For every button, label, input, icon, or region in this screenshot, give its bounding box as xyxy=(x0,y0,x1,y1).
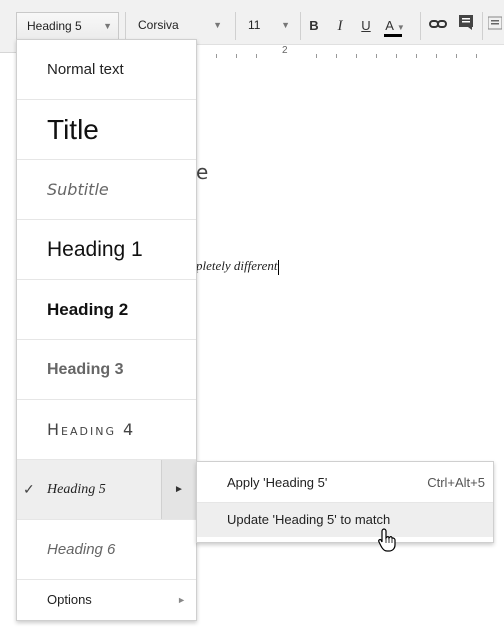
bold-button[interactable]: B xyxy=(302,12,326,40)
menu-item-title[interactable]: Title xyxy=(17,100,196,160)
menu-item-label: Normal text xyxy=(47,61,124,78)
font-size-dropdown[interactable]: 11 ▼ xyxy=(238,12,296,40)
menu-item-heading-2[interactable]: Heading 2 xyxy=(17,280,196,340)
chevron-down-icon: ▼ xyxy=(396,23,405,32)
toolbar-divider xyxy=(125,12,126,40)
italic-button[interactable]: I xyxy=(328,12,352,40)
hand-pointer-icon xyxy=(378,528,396,552)
text-color-label: A xyxy=(385,18,394,33)
menu-item-subtitle[interactable]: Subtitle xyxy=(17,160,196,220)
menu-item-label: Heading 5 xyxy=(47,482,106,497)
checkmark-icon: ✓ xyxy=(23,481,35,497)
comment-button[interactable] xyxy=(454,12,478,40)
apply-heading-5-shortcut: Ctrl+Alt+5 xyxy=(427,475,485,490)
document-page[interactable]: e pletely different xyxy=(196,58,504,643)
text-caret xyxy=(278,259,280,275)
link-button[interactable] xyxy=(426,12,450,40)
menu-item-label: Heading 1 xyxy=(47,238,143,261)
menu-item-label: Heading 2 xyxy=(47,300,129,319)
menu-item-label: Heading 3 xyxy=(47,361,124,378)
toolbar-divider xyxy=(300,12,301,40)
toolbar-divider xyxy=(235,12,236,40)
menu-item-options[interactable]: Options ► xyxy=(17,580,196,620)
font-size-value: 11 xyxy=(248,18,261,32)
font-family-dropdown[interactable]: Corsiva ▼ xyxy=(128,12,228,40)
paragraph-style-value: Heading 5 xyxy=(27,19,82,33)
menu-item-heading-5[interactable]: ✓ Heading 5 ► xyxy=(17,460,196,520)
text-color-swatch xyxy=(384,34,402,37)
chevron-right-icon: ► xyxy=(177,595,186,605)
underline-button[interactable]: U xyxy=(354,12,378,40)
ruler-mark: 2 xyxy=(282,45,288,56)
text-color-button[interactable]: A ▼ xyxy=(380,12,410,40)
paragraph-style-dropdown[interactable]: Heading 5 ▼ xyxy=(16,12,119,40)
align-left-icon xyxy=(487,16,503,30)
menu-item-label: Heading 6 xyxy=(47,541,116,558)
chevron-down-icon: ▼ xyxy=(103,21,112,31)
toolbar-divider xyxy=(420,12,421,40)
paragraph-style-menu: Normal text Title Subtitle Heading 1 Hea… xyxy=(16,39,197,621)
menu-item-heading-6[interactable]: Heading 6 xyxy=(17,520,196,580)
menu-item-label: Subtitle xyxy=(47,180,109,199)
menu-item-label: Options xyxy=(47,592,92,607)
align-button[interactable] xyxy=(486,12,504,40)
apply-heading-5-item[interactable]: Apply 'Heading 5' Ctrl+Alt+5 xyxy=(197,464,493,502)
update-heading-5-item[interactable]: Update 'Heading 5' to match xyxy=(197,503,493,537)
document-body-fragment: pletely different xyxy=(196,258,280,275)
document-body-text: pletely different xyxy=(196,258,278,273)
update-heading-5-label: Update 'Heading 5' to match xyxy=(227,512,391,527)
heading-5-submenu: Apply 'Heading 5' Ctrl+Alt+5 Update 'Hea… xyxy=(196,461,494,543)
menu-item-heading-1[interactable]: Heading 1 xyxy=(17,220,196,280)
link-icon xyxy=(429,20,447,28)
chevron-down-icon: ▼ xyxy=(281,20,290,30)
chevron-down-icon: ▼ xyxy=(213,20,222,30)
document-heading-fragment: e xyxy=(196,160,212,184)
submenu-arrow-button[interactable]: ► xyxy=(161,460,196,519)
menu-item-heading-4[interactable]: Heading 4 xyxy=(17,400,196,460)
menu-item-label: Heading 4 xyxy=(47,420,136,439)
menu-item-heading-3[interactable]: Heading 3 xyxy=(17,340,196,400)
menu-item-label: Title xyxy=(47,114,99,145)
toolbar-divider xyxy=(482,12,483,40)
apply-heading-5-label: Apply 'Heading 5' xyxy=(227,475,328,490)
menu-item-normal-text[interactable]: Normal text xyxy=(17,40,196,100)
font-family-value: Corsiva xyxy=(138,18,179,32)
comment-icon xyxy=(459,15,473,30)
